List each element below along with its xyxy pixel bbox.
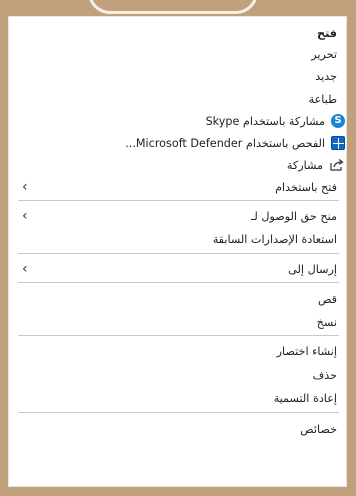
menu-item-send-to[interactable]: إرسال إلى [288, 258, 337, 280]
menu-item-cut[interactable]: قص [318, 288, 337, 310]
menu-item-print-label: طباعة [308, 92, 337, 106]
menu-item-delete-label: حذف [312, 368, 337, 382]
menu-item-properties[interactable]: خصائص [300, 418, 337, 440]
decorative-arc [88, 0, 258, 14]
menu-item-share-skype[interactable]: S مشاركة باستخدام Skype [206, 110, 345, 132]
menu-item-new[interactable]: جديد [315, 65, 337, 87]
background-frame: فتح تحرير جديد طباعة S مشاركة باستخدام S… [0, 0, 356, 496]
menu-item-scan-defender[interactable]: الفحص باستخدام Microsoft Defender... [125, 132, 345, 154]
menu-item-copy[interactable]: نسخ [317, 311, 337, 333]
menu-item-give-access[interactable]: منح حق الوصول لـ [251, 205, 337, 227]
chevron-left-icon: ‹ [22, 261, 28, 277]
menu-item-create-shortcut[interactable]: إنشاء اختصار [277, 340, 337, 362]
menu-item-print[interactable]: طباعة [309, 88, 337, 110]
defender-icon [331, 136, 345, 150]
share-icon [330, 159, 344, 171]
menu-item-create-shortcut-label: إنشاء اختصار [276, 344, 337, 358]
menu-item-open-label: فتح [317, 26, 337, 40]
chevron-left-icon: ‹ [22, 179, 28, 195]
menu-item-new-label: جديد [315, 69, 337, 83]
menu-item-properties-label: خصائص [300, 422, 337, 436]
menu-item-copy-label: نسخ [316, 315, 337, 329]
menu-item-rename-label: إعادة التسمية [273, 391, 337, 405]
menu-item-send-to-label: إرسال إلى [288, 262, 337, 276]
menu-separator [18, 200, 339, 201]
menu-item-rename[interactable]: إعادة التسمية [274, 387, 337, 409]
chevron-left-icon: ‹ [22, 208, 28, 224]
menu-item-open[interactable]: فتح [317, 22, 337, 44]
menu-item-share[interactable]: مشاركة [287, 154, 345, 176]
menu-item-scan-defender-label: الفحص باستخدام Microsoft Defender... [125, 136, 325, 150]
menu-item-cut-label: قص [317, 292, 337, 306]
menu-item-edit[interactable]: تحرير [311, 43, 337, 65]
menu-item-edit-label: تحرير [311, 47, 337, 61]
menu-item-restore-versions[interactable]: استعادة الإصدارات السابقة [213, 228, 337, 250]
menu-item-restore-versions-label: استعادة الإصدارات السابقة [212, 232, 337, 246]
menu-item-open-with[interactable]: فتح باستخدام [275, 176, 337, 198]
skype-icon: S [331, 114, 345, 128]
menu-item-give-access-label: منح حق الوصول لـ [251, 209, 337, 223]
menu-separator [18, 282, 339, 283]
menu-separator [18, 253, 339, 254]
menu-item-share-skype-label: مشاركة باستخدام Skype [205, 114, 325, 128]
menu-separator [18, 335, 339, 336]
menu-item-share-label: مشاركة [286, 158, 323, 172]
menu-item-open-with-label: فتح باستخدام [275, 180, 337, 194]
context-menu: فتح تحرير جديد طباعة S مشاركة باستخدام S… [8, 16, 347, 487]
menu-separator [18, 412, 339, 413]
menu-item-delete[interactable]: حذف [313, 364, 337, 386]
